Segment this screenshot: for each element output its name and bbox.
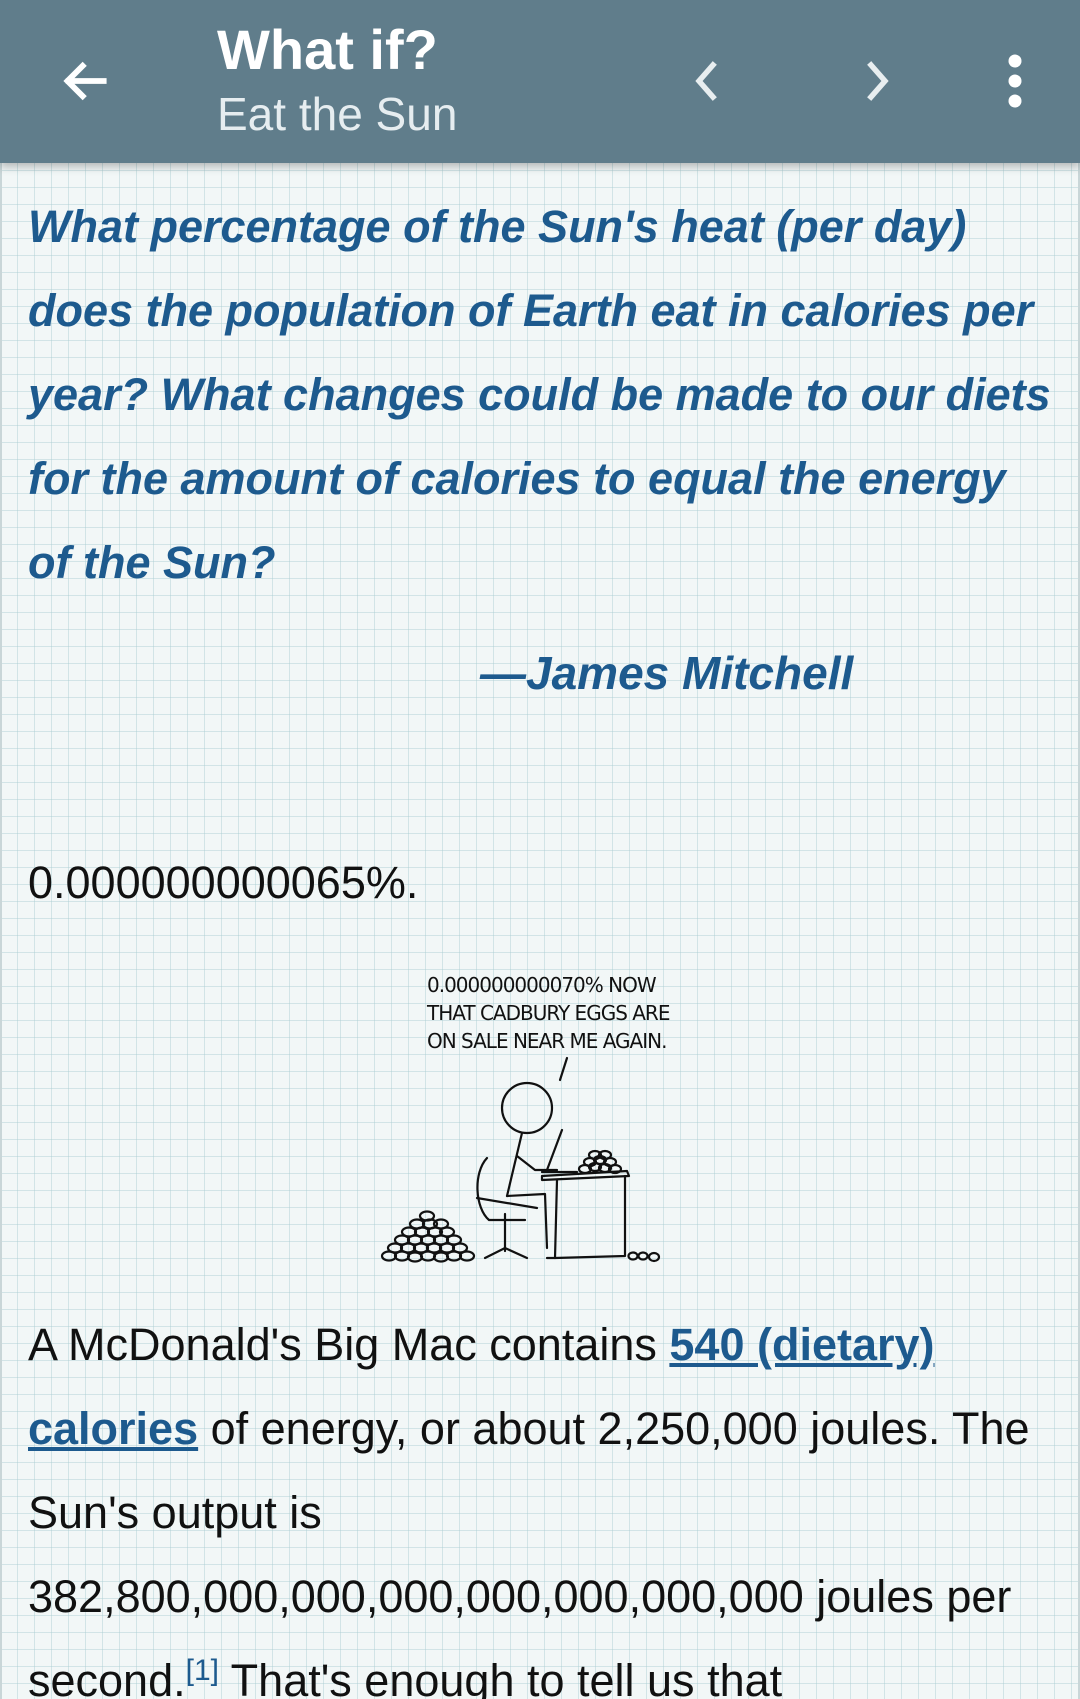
back-button[interactable] (40, 36, 130, 126)
question-attribution: —James Mitchell (480, 647, 854, 699)
answer-text: 0.000000000065%. (28, 857, 419, 908)
app-subtitle: Eat the Sun (217, 88, 458, 140)
stick-figure-comic: 0.000000000070% NOW THAT CADBURY EGGS AR… (380, 973, 671, 1263)
app-title: What if? (217, 18, 438, 81)
reader-question: What percentage of the Sun's heat (per d… (28, 201, 1051, 588)
app-bar: What if? Eat the Sun (0, 0, 1080, 163)
next-article-button[interactable] (832, 36, 922, 126)
more-vert-icon (1008, 54, 1022, 108)
chevron-right-icon (867, 61, 889, 101)
title-block: What if? Eat the Sun (217, 16, 457, 144)
paragraph-text: A McDonald's Big Mac contains (28, 1319, 670, 1370)
comic-caption-line: 0.000000000070% NOW (427, 973, 657, 997)
paragraph-text: That's enough to tell us that (218, 1655, 783, 1699)
article-paragraph: A McDonald's Big Mac contains 540 (dieta… (28, 1303, 1058, 1699)
arrow-left-icon (63, 61, 107, 101)
article-content: What percentage of the Sun's heat (per d… (0, 163, 1080, 1699)
footnote-link[interactable]: [1] (186, 1654, 219, 1687)
comic-caption-line: ON SALE NEAR ME AGAIN. (427, 1029, 666, 1053)
previous-article-button[interactable] (662, 36, 752, 126)
more-options-button[interactable] (970, 36, 1060, 126)
comic-caption-line: THAT CADBURY EGGS ARE (426, 1001, 670, 1025)
chevron-left-icon (695, 61, 717, 101)
